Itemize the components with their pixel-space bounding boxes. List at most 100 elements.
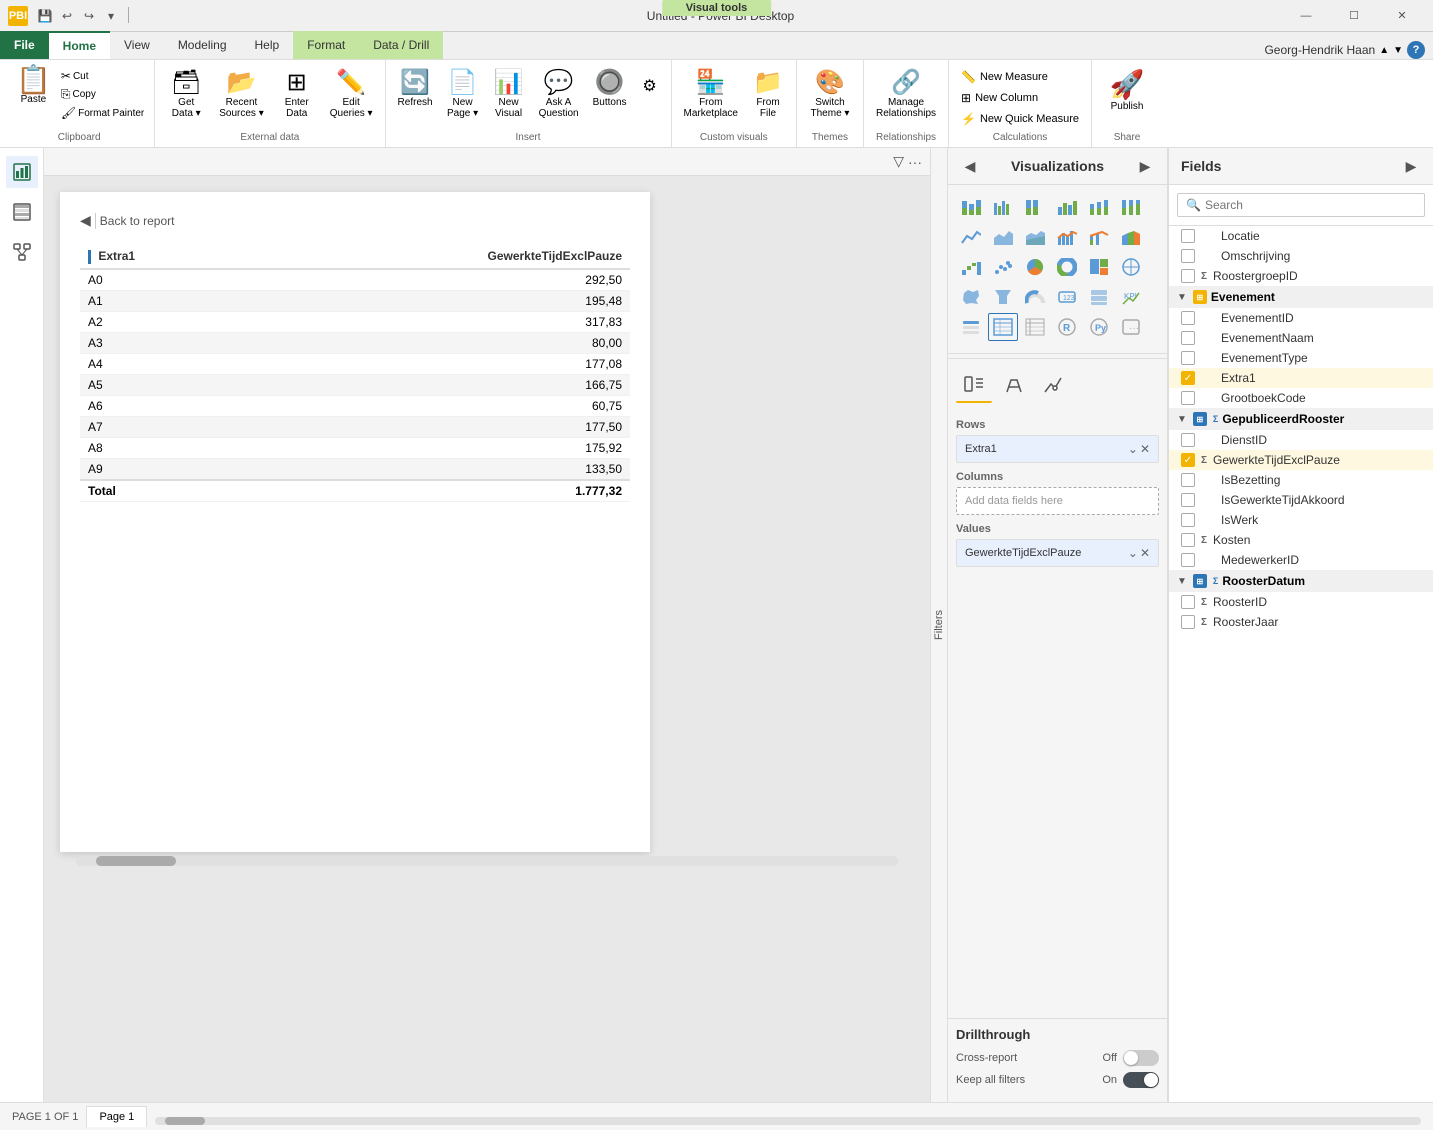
refresh-button[interactable]: 🔄 Refresh [392, 64, 439, 132]
cut-button[interactable]: ✂ Cut [59, 68, 146, 84]
field-checkbox[interactable] [1181, 513, 1195, 527]
field-group-gepubliceerdrooster[interactable]: ▼ ⊞ Σ GepubliceerdRooster [1169, 408, 1433, 430]
viz-table[interactable] [988, 313, 1018, 341]
buttons-button[interactable]: 🔘 Buttons [587, 64, 633, 132]
nav-data-button[interactable] [6, 196, 38, 228]
viz-waterfall[interactable] [956, 253, 986, 281]
field-checkbox[interactable] [1181, 351, 1195, 365]
viz-line[interactable] [956, 223, 986, 251]
field-item-gewerktetijdexclpauze[interactable]: ✓ Σ GewerkteTijdExclPauze [1169, 450, 1433, 470]
tab-file[interactable]: File [0, 31, 49, 59]
dropdown-icon[interactable]: ▾ [102, 7, 120, 25]
publish-button[interactable]: 🚀 Publish [1100, 64, 1154, 132]
viz-line-stacked-column[interactable] [1084, 223, 1114, 251]
viz-matrix[interactable] [1020, 313, 1050, 341]
viz-donut[interactable] [1052, 253, 1082, 281]
field-item-omschrijving[interactable]: Omschrijving [1169, 246, 1433, 266]
new-visual-button[interactable]: 📊 NewVisual [487, 64, 531, 132]
viz-line-clustered-column[interactable] [1052, 223, 1082, 251]
field-checkbox[interactable] [1181, 269, 1195, 283]
viz-panel-back[interactable]: ◀ [960, 156, 980, 176]
field-checkbox[interactable] [1181, 391, 1195, 405]
filters-panel[interactable]: Filters [930, 148, 948, 1102]
viz-pie[interactable] [1020, 253, 1050, 281]
field-item-extra1[interactable]: ✓ Extra1 [1169, 368, 1433, 388]
field-checkbox[interactable] [1181, 331, 1195, 345]
search-input[interactable] [1205, 198, 1416, 212]
paste-button[interactable]: 📋 Paste [12, 64, 55, 107]
field-item-roosterid[interactable]: Σ RoosterID [1169, 592, 1433, 612]
redo-icon[interactable]: ↪ [80, 7, 98, 25]
viz-panel-forward[interactable]: ▶ [1135, 156, 1155, 176]
values-field[interactable]: GewerkteTijdExclPauze ⌄ ✕ [956, 539, 1159, 567]
switch-theme-button[interactable]: 🎨 SwitchTheme ▾ [803, 64, 857, 132]
viz-clustered-bar[interactable] [988, 193, 1018, 221]
tab-data-drill[interactable]: Data / Drill [359, 31, 443, 59]
save-icon[interactable]: 💾 [36, 7, 54, 25]
viz-treemap[interactable] [1084, 253, 1114, 281]
field-item-evenementtype[interactable]: EvenementType [1169, 348, 1433, 368]
viz-100-stacked-column[interactable] [1116, 193, 1146, 221]
more-button[interactable]: ⚙ [635, 64, 665, 132]
viz-custom[interactable]: ··· [1116, 313, 1146, 341]
field-checkbox[interactable]: ✓ [1181, 371, 1195, 385]
viz-filled-map[interactable] [956, 283, 986, 311]
horizontal-scrollbar[interactable] [60, 856, 914, 866]
page-1-tab[interactable]: Page 1 [86, 1106, 147, 1127]
field-checkbox[interactable] [1181, 553, 1195, 567]
tab-modeling[interactable]: Modeling [164, 31, 241, 59]
keep-all-filters-toggle[interactable]: On [1102, 1072, 1159, 1088]
viz-scatter[interactable] [988, 253, 1018, 281]
format-painter-button[interactable]: 🖌 Format Painter [59, 105, 146, 121]
new-page-button[interactable]: 📄 NewPage ▾ [441, 64, 485, 132]
keep-all-filters-toggle-track[interactable] [1123, 1072, 1159, 1088]
viz-stacked-column[interactable] [1084, 193, 1114, 221]
field-item-medewerkerid[interactable]: MedewerkerID [1169, 550, 1433, 570]
field-group-evenement[interactable]: ▼ ⊞ Evenement [1169, 286, 1433, 308]
cross-report-toggle[interactable]: Off [1103, 1050, 1159, 1066]
viz-area[interactable] [988, 223, 1018, 251]
values-expand-icon[interactable]: ⌄ [1128, 546, 1138, 560]
viz-slicer[interactable] [956, 313, 986, 341]
ask-question-button[interactable]: 💬 Ask AQuestion [533, 64, 585, 132]
edit-queries-button[interactable]: ✏️ EditQueries ▾ [324, 64, 379, 132]
rows-expand-icon[interactable]: ⌄ [1128, 442, 1138, 456]
viz-card[interactable]: 123 [1052, 283, 1082, 311]
tab-help[interactable]: Help [241, 31, 294, 59]
viz-stacked-area[interactable] [1020, 223, 1050, 251]
tab-view[interactable]: View [110, 31, 164, 59]
field-checkbox[interactable] [1181, 473, 1195, 487]
field-item-isbezetting[interactable]: IsBezetting [1169, 470, 1433, 490]
manage-relationships-button[interactable]: 🔗 ManageRelationships [870, 64, 942, 132]
values-remove-icon[interactable]: ✕ [1140, 546, 1150, 560]
field-checkbox[interactable] [1181, 493, 1195, 507]
visual-tools-tab[interactable]: Visual tools [662, 0, 772, 16]
columns-field[interactable]: Add data fields here [956, 487, 1159, 515]
from-file-button[interactable]: 📁 FromFile [746, 64, 790, 132]
tab-format[interactable]: Format [293, 31, 359, 59]
field-checkbox[interactable] [1181, 595, 1195, 609]
field-checkbox[interactable] [1181, 533, 1195, 547]
field-item-evenementid[interactable]: EvenementID [1169, 308, 1433, 328]
close-button[interactable]: ✕ [1379, 0, 1425, 32]
viz-gauge[interactable] [1020, 283, 1050, 311]
viz-ribbon[interactable] [1116, 223, 1146, 251]
field-item-roosterjaar[interactable]: Σ RoosterJaar [1169, 612, 1433, 632]
bottom-scrollbar[interactable] [155, 1109, 1421, 1125]
recent-sources-button[interactable]: 📂 RecentSources ▾ [213, 64, 269, 132]
filter-icon[interactable]: ▽ [893, 153, 904, 170]
viz-stacked-bar[interactable] [956, 193, 986, 221]
new-column-button[interactable]: ⊞ New Column [957, 89, 1083, 107]
viz-funnel[interactable] [988, 283, 1018, 311]
viz-build-tab[interactable] [956, 367, 992, 403]
more-options-icon[interactable]: ··· [908, 154, 922, 170]
viz-r-script[interactable]: R [1052, 313, 1082, 341]
user-nav-down[interactable]: ▼ [1393, 45, 1403, 56]
viz-kpi[interactable]: KPI [1116, 283, 1146, 311]
viz-multirow-card[interactable] [1084, 283, 1114, 311]
field-checkbox[interactable] [1181, 229, 1195, 243]
maximize-button[interactable]: ☐ [1331, 0, 1377, 32]
field-item-grootboekcode[interactable]: GrootboekCode [1169, 388, 1433, 408]
fields-panel-forward[interactable]: ▶ [1401, 156, 1421, 176]
viz-100-stacked-bar[interactable] [1020, 193, 1050, 221]
